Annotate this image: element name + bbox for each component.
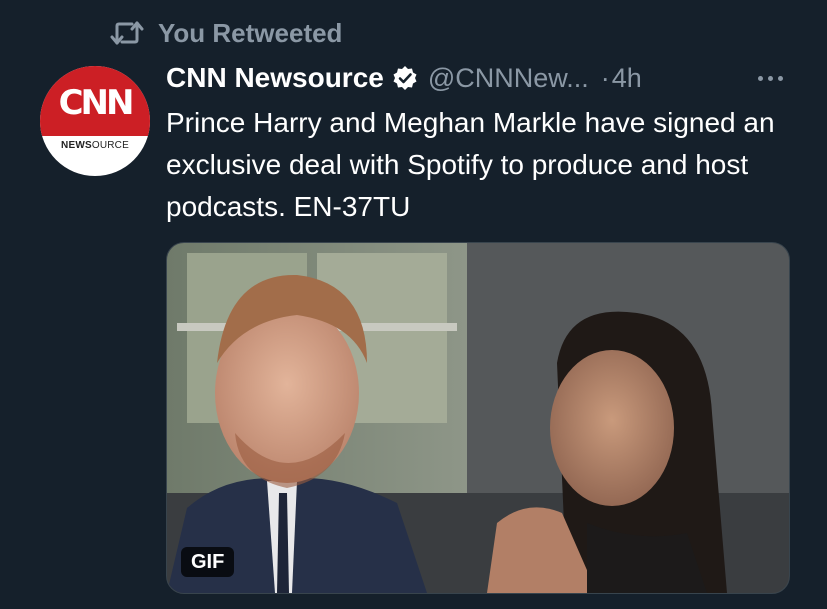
media-image (167, 243, 789, 593)
retweet-label: You Retweeted (158, 17, 343, 48)
avatar[interactable]: CNN NEWSOURCE (40, 66, 150, 176)
author-name[interactable]: CNN Newsource (166, 62, 384, 94)
gif-badge: GIF (181, 547, 235, 577)
tweet-text: Prince Harry and Meghan Markle have sign… (166, 107, 775, 222)
tweet-media-gif[interactable]: GIF (166, 242, 790, 594)
author-handle[interactable]: @CNNNew... (428, 63, 589, 94)
separator-dot: · (600, 62, 610, 93)
retweet-icon (110, 20, 144, 46)
retweet-indicator: You Retweeted (110, 16, 342, 50)
tweet-header: CNN Newsource @CNNNew... · 4h (166, 56, 642, 100)
verified-badge-icon (392, 65, 418, 91)
more-options-icon[interactable] (752, 66, 788, 90)
newsource-wordmark: NEWSOURCE (61, 140, 129, 151)
cnn-logo: CNN (58, 83, 135, 123)
tweet-timestamp[interactable]: 4h (612, 63, 642, 94)
